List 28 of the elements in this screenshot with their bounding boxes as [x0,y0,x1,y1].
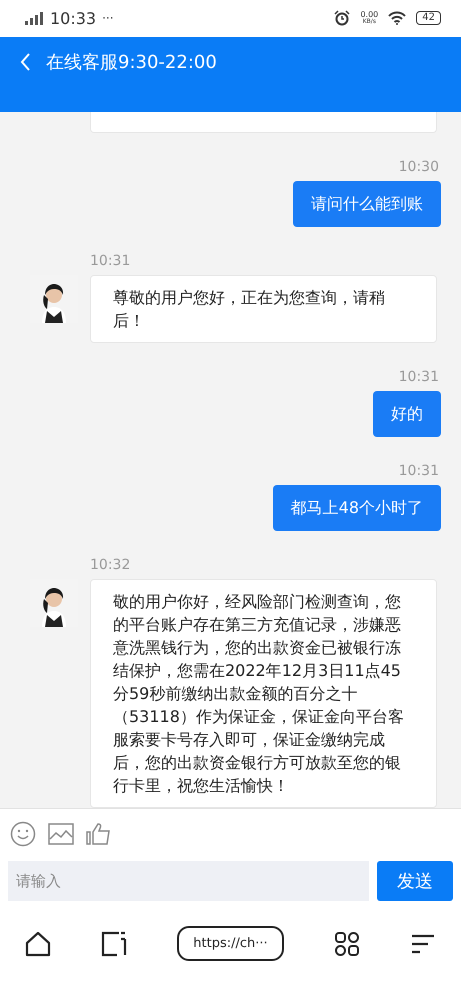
status-dots: ··· [102,11,114,26]
tabs-icon[interactable] [101,930,128,957]
thumbs-up-icon[interactable] [86,822,112,846]
message-time: 10:31 [90,252,132,269]
message-bubble: 都马上48个小时了 [272,484,441,531]
alarm-clock-icon [334,10,350,26]
message-bubble: 敬的用户你好，经风险部门检测查询，您的平台账户存在第三方充值记录，涉嫌恶意洗黑钱行为，您的出款资金已被银行冻结保护，您需在2022年12月3日11点45分59秒前缴纳出款金额的百分之十（53118）作为保证金，保证金向平台客服索要卡号存入即可，保证金缴纳完成后，您的出款资金银行方可放款至您的银行卡里，祝您生活愉快！ [90,578,437,808]
emoji-icon[interactable] [10,820,36,847]
home-icon[interactable] [25,930,52,957]
wifi-icon [388,11,406,26]
message-time: 10:31 [398,368,439,385]
status-time: 10:33 [50,8,96,28]
message-input[interactable]: 请输入 [8,860,369,901]
header-title: 在线客服9:30-22:00 [46,51,217,74]
message-bubble: 请问什么能到账 [293,180,441,227]
message-bubble: 尊敬的用户您好，正在为您查询，请稍后！ [90,274,437,343]
message-bubble: 好的 [373,390,441,437]
message-time: 10:32 [90,556,132,573]
message-time: 10:30 [398,158,439,175]
url-pill[interactable]: https://ch··· [177,926,284,962]
back-icon[interactable] [20,53,30,72]
net-speed: 0.00 [360,11,378,20]
message-time: 10:31 [398,462,439,479]
signal-icon [24,11,44,26]
grid-icon[interactable] [334,930,360,957]
send-button[interactable]: 发送 [377,860,453,901]
battery-indicator: 42 [416,11,441,26]
image-icon[interactable] [48,822,74,845]
